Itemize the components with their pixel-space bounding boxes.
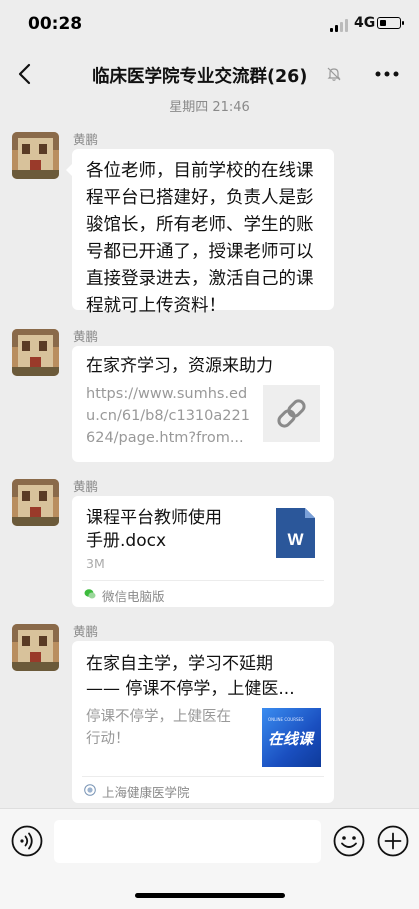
file-name-line: 手册.docx [86,531,167,551]
avatar[interactable] [12,132,59,179]
battery-icon [377,17,404,29]
chat-header: 临床医学院专业交流群(26) [0,50,419,98]
sender-name: 黄鹏 [73,624,99,639]
school-logo-icon [84,784,96,796]
emoji-icon[interactable] [333,825,365,857]
thumbnail-small-text: ONLINE COURSES [268,717,304,722]
article-desc-line: 行动！ [86,731,130,747]
more-options-icon[interactable] [372,60,402,88]
link-title: 在家齐学习，资源来助力 [86,356,273,376]
link-card[interactable]: 在家齐学习，资源来助力 https://www.sumhs.ed u.cn/61… [72,346,334,462]
message-item: 黄鹏 课程平台教师使用 手册.docx 3M W 微信电脑版 [0,475,419,610]
avatar[interactable] [12,624,59,671]
avatar[interactable] [12,329,59,376]
source-label: 微信电脑版 [102,589,165,604]
message-item: 黄鹏 在家自主学，学习不延期 —— 停课不停学，上健医... 停课不停学，上健医… [0,620,419,805]
article-title-line: —— 停课不停学，上健医... [86,679,295,699]
word-doc-icon: W [276,508,315,558]
word-doc-letter: W [287,530,304,549]
home-indicator [135,893,285,898]
article-title-line: 在家自主学，学习不延期 [86,654,273,674]
file-size: 3M [86,556,105,571]
file-card[interactable]: 课程平台教师使用 手册.docx 3M W 微信电脑版 [72,496,334,607]
thumbnail-text: 在线课 [268,730,314,748]
network-type: 4G [354,15,376,31]
sender-name: 黄鹏 [73,479,99,494]
sender-name: 黄鹏 [73,329,99,344]
message-item: 黄鹏 在家齐学习，资源来助力 https://www.sumhs.ed u.cn… [0,325,419,465]
article-card[interactable]: 在家自主学，学习不延期 —— 停课不停学，上健医... 停课不停学，上健医在 行… [72,641,334,803]
article-desc-line: 停课不停学，上健医在 [86,709,231,725]
message-text: 各位老师，目前学校的在线课程平台已搭建好，负责人是彭骏馆长，所有老师、学生的账号… [86,161,314,316]
chat-title: 临床医学院专业交流群(26) [92,67,308,87]
message-input[interactable] [54,820,321,863]
link-url-line: u.cn/61/b8/c1310a221 [86,408,250,424]
status-time: 00:28 [28,14,83,34]
wechat-icon [84,589,96,599]
back-arrow-icon[interactable] [12,60,40,88]
plus-icon[interactable] [377,825,409,857]
link-url-line: 624/page.htm?from... [86,430,244,446]
signal-icon [330,18,350,32]
text-message-bubble[interactable]: 各位老师，目前学校的在线课程平台已搭建好，负责人是彭骏馆长，所有老师、学生的账号… [66,149,334,316]
card-source: 上海健康医学院 [82,776,324,803]
article-thumbnail: ONLINE COURSES 在线课 [262,708,321,767]
message-item: 黄鹏 各位老师，目前学校的在线课程平台已搭建好，负责人是彭骏馆长，所有老师、学生… [0,128,419,316]
avatar[interactable] [12,479,59,526]
voice-input-icon[interactable] [11,825,43,857]
chat-timestamp: 星期四 21:46 [169,100,250,115]
status-bar: 00:28 4G [0,0,419,50]
mute-bell-icon [327,67,341,81]
source-label: 上海健康医学院 [102,785,190,800]
card-source: 微信电脑版 [82,580,324,607]
sender-name: 黄鹏 [73,132,99,147]
link-thumbnail [263,385,320,442]
link-url-line: https://www.sumhs.ed [86,386,248,402]
link-chain-icon [277,399,306,428]
file-name-line: 课程平台教师使用 [86,508,222,528]
